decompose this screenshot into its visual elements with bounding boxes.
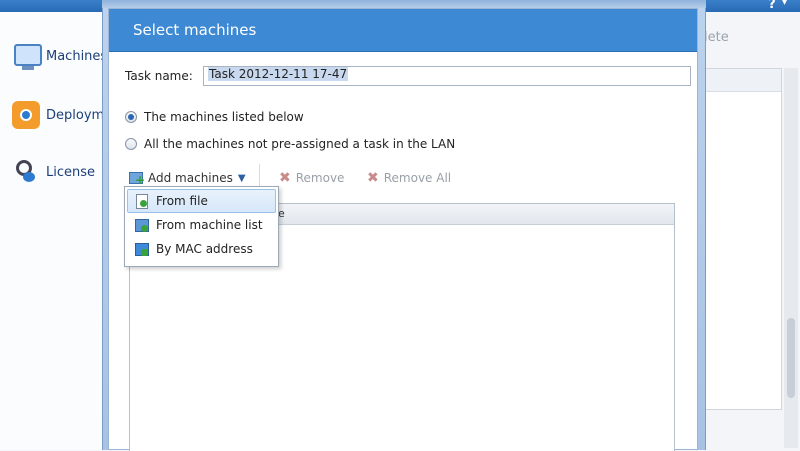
app-sidebar: Machines Deployment License — [0, 12, 126, 450]
menu-item-label: By MAC address — [156, 242, 253, 256]
machine-list-icon — [135, 218, 149, 232]
sidebar-item-label: Machines — [46, 48, 108, 64]
remove-all-button[interactable]: ✖ Remove All — [367, 167, 451, 189]
mac-address-icon — [135, 242, 149, 256]
remove-button[interactable]: ✖ Remove — [279, 167, 344, 189]
menu-item-from-machine-list[interactable]: From machine list — [127, 213, 276, 237]
remove-icon: ✖ — [279, 170, 291, 186]
list-column-header[interactable]: e — [278, 204, 285, 224]
menu-item-label: From file — [156, 194, 208, 208]
add-machines-menu: From file From machine list By MAC addre… — [124, 186, 279, 267]
add-machine-icon — [129, 171, 145, 186]
radio-listed-machines[interactable]: The machines listed below — [125, 110, 304, 124]
task-name-row: Task name: Task 2012-12-11 17-47 — [125, 66, 691, 86]
remove-all-label: Remove All — [383, 171, 452, 185]
add-machines-label: Add machines — [148, 171, 233, 185]
sidebar-item-label: License — [46, 164, 96, 180]
deployment-icon — [12, 101, 40, 129]
monitor-icon — [12, 42, 42, 70]
file-icon — [135, 194, 149, 209]
radio-button-checked[interactable] — [125, 111, 137, 123]
menu-item-by-mac-address[interactable]: By MAC address — [127, 237, 276, 261]
menu-item-label: From machine list — [156, 218, 263, 232]
radio-label: The machines listed below — [144, 110, 304, 124]
menu-item-from-file[interactable]: From file — [127, 189, 276, 213]
remove-all-icon: ✖ — [367, 170, 379, 186]
radio-all-unassigned-machines[interactable]: All the machines not pre-assigned a task… — [125, 137, 455, 151]
dialog-titlebar[interactable] — [102, 0, 706, 8]
radio-button[interactable] — [125, 138, 137, 150]
license-icon — [12, 158, 40, 186]
chevron-down-icon: ▼ — [237, 172, 246, 184]
delete-button-fragment[interactable]: lete — [704, 30, 729, 45]
dialog-title: Select machines — [109, 9, 697, 52]
task-name-label: Task name: — [125, 69, 193, 83]
task-name-input[interactable]: Task 2012-12-11 17-47 — [203, 66, 691, 86]
background-scrollbar[interactable] — [784, 68, 798, 448]
background-list-panel — [702, 68, 782, 410]
task-name-value: Task 2012-12-11 17-47 — [208, 67, 349, 81]
remove-label: Remove — [295, 171, 345, 185]
radio-label: All the machines not pre-assigned a task… — [144, 137, 456, 151]
